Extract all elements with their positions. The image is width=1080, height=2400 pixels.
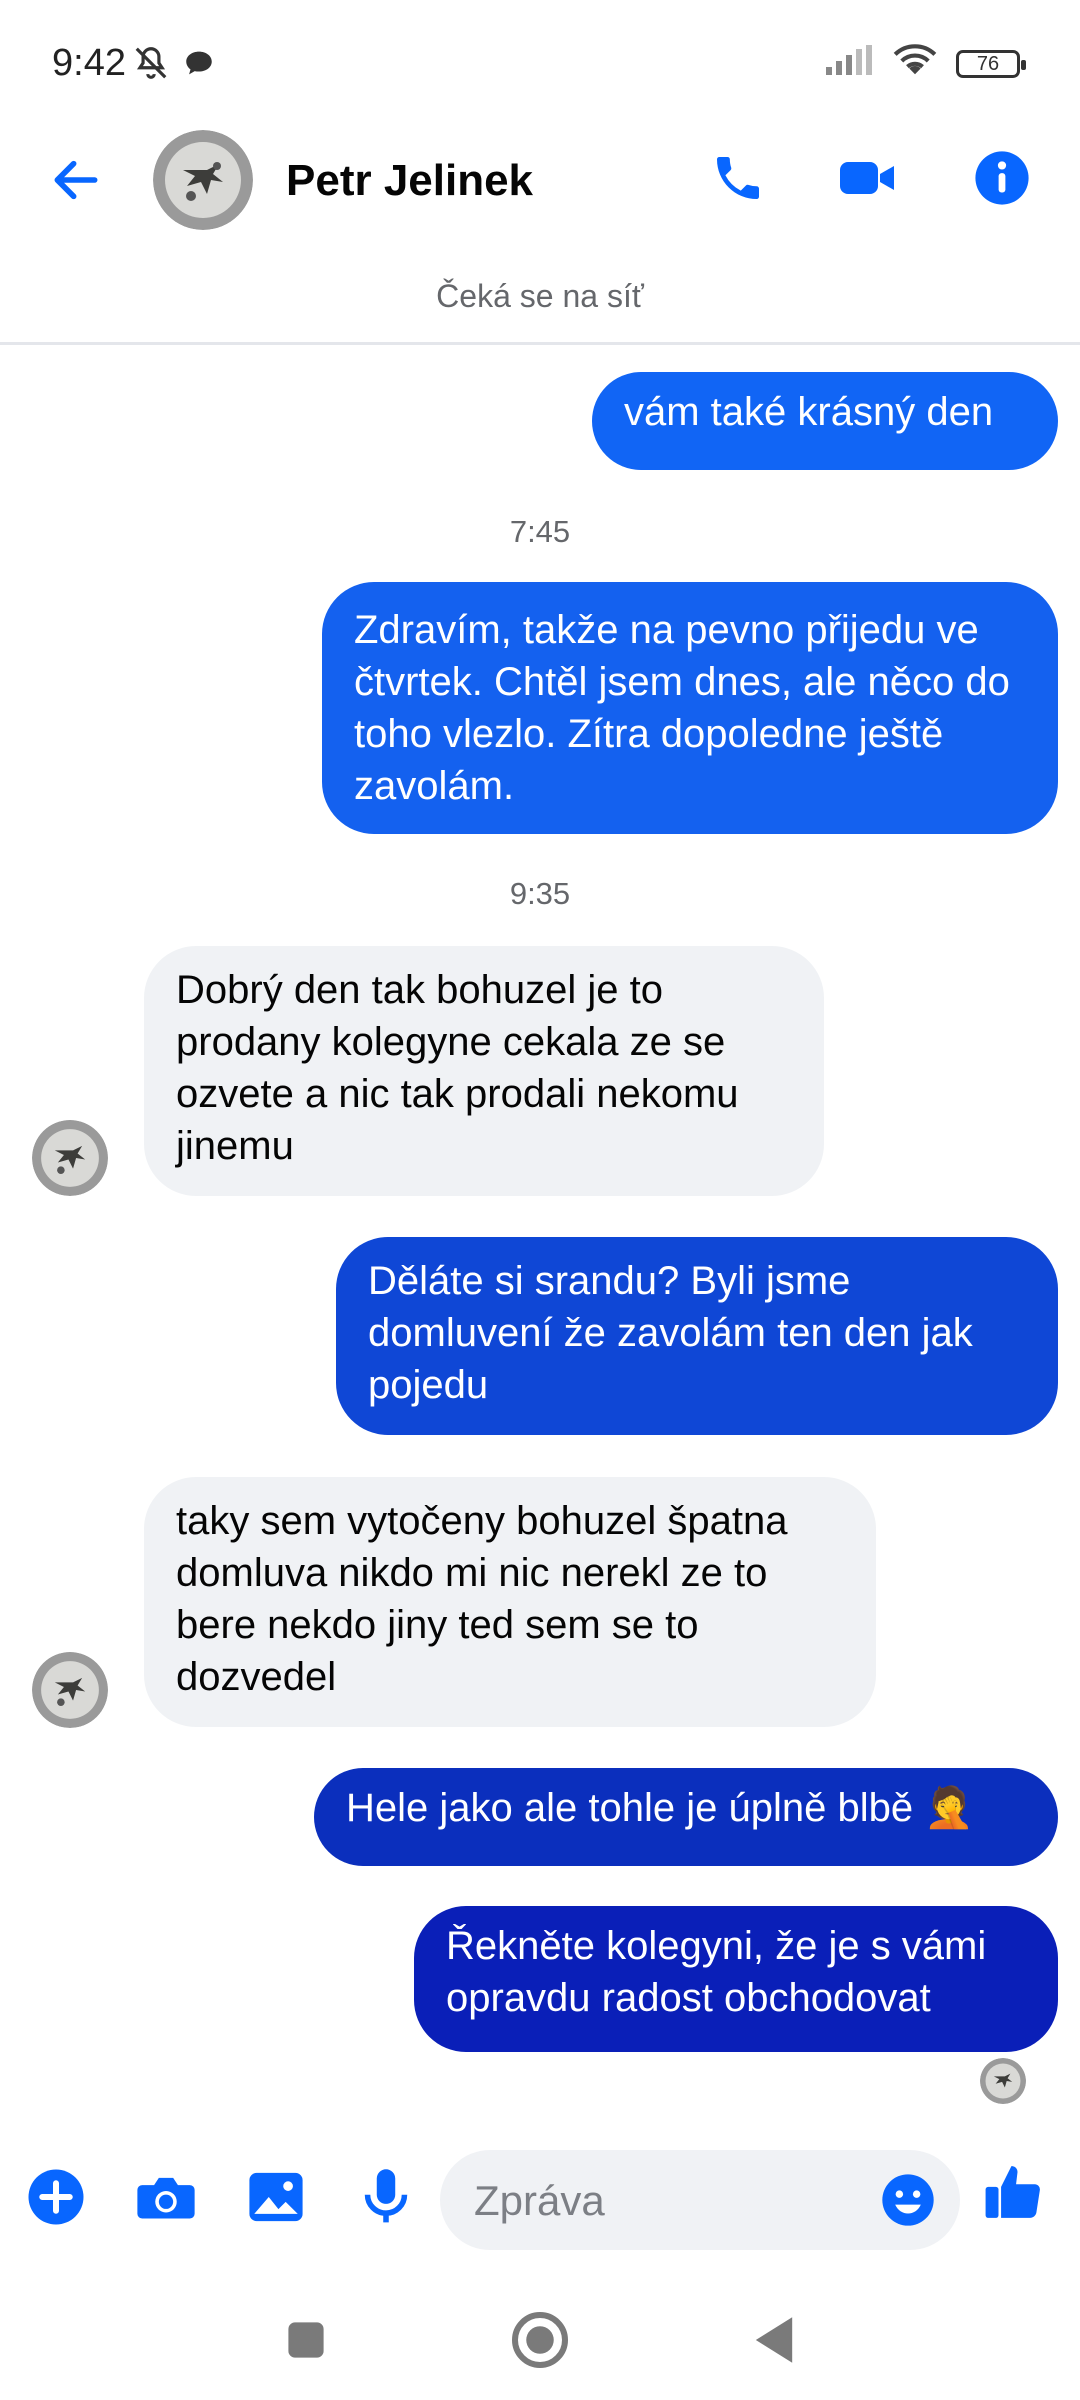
- mute-bell-icon: [132, 44, 170, 87]
- back-triangle-icon[interactable]: [734, 2300, 814, 2380]
- message-input-container[interactable]: [440, 2150, 960, 2250]
- battery-icon: 76: [956, 49, 1026, 78]
- gallery-icon[interactable]: [244, 2165, 308, 2229]
- emoji-icon[interactable]: [880, 2172, 936, 2228]
- microphone-icon[interactable]: [354, 2165, 418, 2229]
- chat-bubble-icon: [182, 46, 216, 85]
- message-input[interactable]: [472, 2170, 856, 2232]
- status-bar: 9:42 76: [0, 0, 1080, 130]
- plus-icon[interactable]: [24, 2165, 88, 2229]
- message-outgoing[interactable]: Děláte si srandu? Byli jsme domluvení že…: [336, 1237, 1058, 1435]
- message-outgoing[interactable]: Řekněte kolegyni, že je s vámi opravdu r…: [414, 1906, 1058, 2052]
- camera-icon[interactable]: [134, 2165, 198, 2229]
- recents-square-icon[interactable]: [266, 2300, 346, 2380]
- timestamp: 9:35: [509, 876, 571, 911]
- message-outgoing[interactable]: vám také krásný den: [592, 372, 1058, 470]
- message-incoming[interactable]: Dobrý den tak bohuzel je to prodany kole…: [144, 946, 824, 1196]
- phone-icon[interactable]: [708, 148, 768, 208]
- sender-avatar[interactable]: [32, 1120, 108, 1196]
- info-icon[interactable]: [972, 148, 1032, 208]
- timestamp: 7:45: [509, 514, 571, 549]
- sender-avatar[interactable]: [32, 1652, 108, 1728]
- header-divider: [0, 342, 1080, 345]
- network-status: Čeká se na síť: [436, 278, 644, 314]
- message-incoming[interactable]: taky sem vytočeny bohuzel špatna domluva…: [144, 1477, 876, 1727]
- thumbs-up-icon[interactable]: [982, 2160, 1046, 2224]
- contact-name[interactable]: Petr Jelinek: [286, 156, 533, 206]
- back-arrow-icon[interactable]: [48, 152, 104, 213]
- status-time: 9:42: [52, 42, 126, 84]
- contact-avatar[interactable]: [153, 130, 253, 230]
- wifi-icon: [892, 44, 938, 83]
- home-circle-icon[interactable]: [500, 2300, 580, 2380]
- video-camera-icon[interactable]: [838, 148, 898, 208]
- message-outgoing[interactable]: Hele jako ale tohle je úplně blbě 🤦: [314, 1768, 1058, 1866]
- signal-icon: [824, 45, 874, 82]
- message-outgoing[interactable]: Zdravím, takže na pevno přijedu ve čtvrt…: [322, 582, 1058, 834]
- seen-indicator-avatar: [980, 2058, 1026, 2104]
